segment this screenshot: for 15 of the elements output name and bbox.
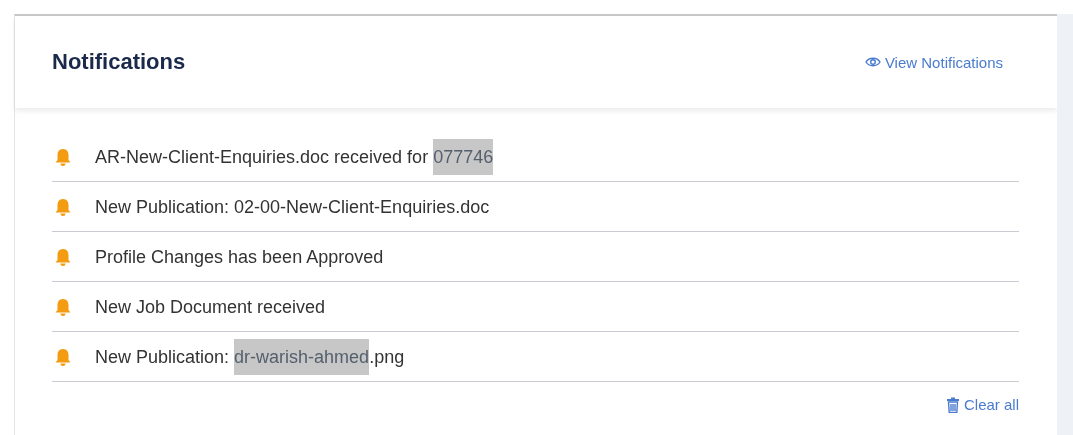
card-title: Notifications — [52, 49, 186, 75]
bell-icon — [53, 246, 73, 267]
bell-icon — [53, 346, 73, 367]
view-notifications-link[interactable]: View Notifications — [864, 53, 1003, 71]
notification-text: AR-New-Client-Enquiries.doc received for 077746 — [95, 138, 494, 175]
bell-icon — [53, 296, 73, 317]
trash-icon — [945, 396, 960, 413]
bell-icon — [53, 146, 73, 167]
notification-text: New Publication: dr-warish-ahmed.png — [95, 338, 405, 375]
notification-text: Profile Changes has been Approved — [95, 245, 384, 269]
eye-icon — [864, 56, 881, 68]
clear-all-link[interactable]: Clear all — [945, 396, 1019, 413]
notification-text: New Publication: 02-00-New-Client-Enquiries.doc — [95, 195, 490, 219]
notification-text: New Job Document received — [95, 295, 326, 319]
bell-icon — [53, 196, 73, 217]
